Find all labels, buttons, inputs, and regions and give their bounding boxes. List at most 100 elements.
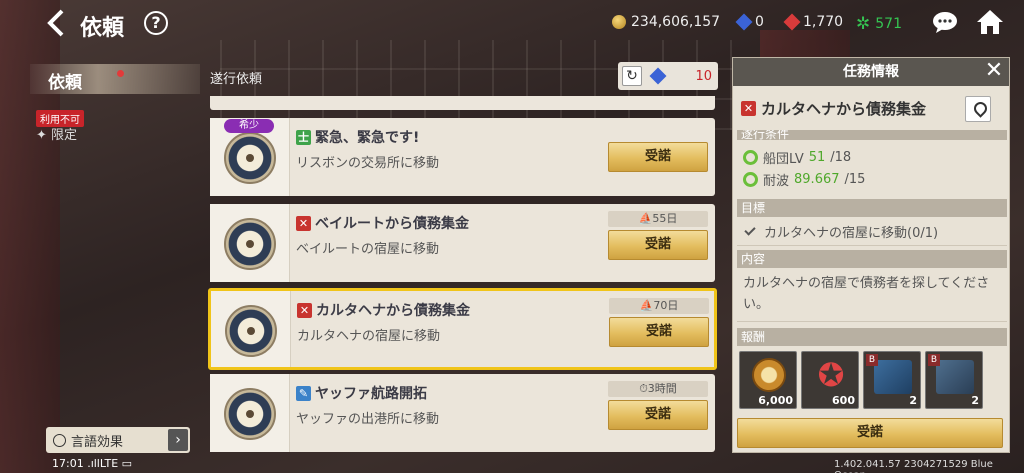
quest-title-text: ヤッファ航路開拓	[315, 386, 427, 402]
help-button[interactable]: ?	[144, 11, 168, 35]
blue-gem-icon	[735, 13, 753, 31]
notification-dot	[117, 70, 124, 77]
quest-duration: ⛵55日	[608, 211, 708, 227]
grade-tag: B	[928, 354, 940, 366]
book-sword-icon	[936, 360, 974, 394]
medal-icon	[752, 358, 786, 392]
quest-card-selected[interactable]: ✕ カルタヘナから債務集金 カルタヘナの宿屋に移動 ⛵70日 受諾	[208, 288, 717, 370]
chat-button[interactable]	[932, 11, 958, 33]
refresh-button[interactable]: ↻ 10	[618, 62, 718, 90]
currency-blue-gem: 0	[735, 13, 764, 31]
globe-icon	[53, 433, 66, 447]
panel-quest-title-text: カルタヘナから債務集金	[761, 100, 927, 118]
accept-button[interactable]: 受諾	[609, 317, 709, 347]
signal-icon: .ıll	[87, 457, 100, 470]
currency-green-wheel-value: 571	[875, 16, 902, 32]
battery-icon: ▭	[121, 457, 133, 470]
condition-label: 船団LV	[763, 152, 804, 167]
page-title: 依頼	[80, 16, 125, 41]
home-button[interactable]	[975, 8, 1005, 36]
divider	[737, 321, 1007, 322]
goal-row: カルタヘナの宿屋に移動(0/1)	[743, 222, 938, 241]
home-icon	[977, 10, 1003, 34]
list-header: 遂行依頼	[210, 72, 263, 87]
ship-wheel-icon	[225, 305, 277, 357]
quest-subtitle: カルタヘナの宿屋に移動	[297, 329, 441, 344]
sidebar-tab-label: 依頼	[48, 73, 82, 93]
currency-blue-gem-value: 0	[755, 14, 764, 30]
refresh-cost: 10	[695, 68, 712, 84]
panel-quest-title: ✕ カルタヘナから債務集金	[741, 98, 926, 119]
chat-bubble-icon	[933, 12, 957, 33]
reward-header: 報酬	[737, 328, 1007, 346]
map-pin-icon[interactable]	[965, 96, 991, 122]
chevron-right-icon: ›	[168, 429, 188, 451]
back-button[interactable]	[44, 8, 70, 38]
red-gem-icon	[783, 13, 801, 31]
quest-card[interactable]: 希少 士 緊急、緊急です! リスボンの交易所に移動 受諾	[210, 118, 715, 196]
condition-required: /18	[830, 150, 852, 165]
quest-title: ✕ カルタヘナから債務集金	[297, 300, 470, 320]
reward-item[interactable]: B 2	[863, 351, 921, 409]
quest-emblem-area	[210, 204, 290, 282]
grade-tag: B	[866, 354, 878, 366]
currency-coin: 234,606,157	[612, 14, 720, 30]
reward-item[interactable]: B 2	[925, 351, 983, 409]
condition-met-icon	[743, 150, 758, 165]
currency-red-gem-value: 1,770	[803, 14, 844, 30]
panel-title: 任務情報	[733, 58, 1009, 86]
quest-info-panel: 任務情報 ✕ ✕ カルタヘナから債務集金 遂行条件 船団LV 51/18 耐波 …	[732, 57, 1010, 453]
condition-current: 51	[808, 150, 826, 165]
star-emblem-icon: ✪	[817, 356, 845, 394]
urgent-icon: 士	[296, 129, 311, 145]
reward-list: 6,000 ✪ 600 B 2 B 2	[739, 351, 983, 409]
status-bar: 17:01 .ıllLTE ▭	[52, 457, 132, 470]
panel-accept-button[interactable]: 受諾	[737, 418, 1003, 448]
quest-title-text: 緊急、緊急です!	[315, 130, 420, 146]
ship-wheel-icon	[224, 218, 276, 270]
quest-title-text: カルタヘナから債務集金	[316, 303, 470, 319]
reward-qty: 600	[832, 394, 855, 407]
condition-row: 船団LV 51/18	[743, 148, 851, 167]
reward-qty: 6,000	[758, 394, 793, 407]
reward-item[interactable]: 6,000	[739, 351, 797, 409]
accept-button[interactable]: 受諾	[608, 142, 708, 172]
ship-wheel-icon	[224, 388, 276, 440]
currency-red-gem: 1,770	[783, 13, 844, 31]
top-bar: 依頼 ? 234,606,157 0 1,770 ✲ 571	[0, 0, 1024, 48]
debt-icon: ✕	[296, 215, 311, 231]
green-wheel-icon: ✲	[856, 14, 871, 34]
quest-title-text: ベイルートから債務集金	[315, 216, 469, 232]
goal-header: 目標	[737, 199, 1007, 217]
reward-item[interactable]: ✪ 600	[801, 351, 859, 409]
blue-gem-icon	[649, 67, 667, 85]
language-effect-button[interactable]: 言語効果 ›	[46, 427, 190, 453]
ship-wheel-icon	[224, 132, 276, 184]
sidebar-item-limited[interactable]: ✦ 限定	[36, 124, 77, 143]
divider	[737, 245, 1007, 246]
currency-coin-value: 234,606,157	[631, 14, 721, 30]
accept-button[interactable]: 受諾	[608, 400, 708, 430]
goal-text: カルタヘナの宿屋に移動(0/1)	[764, 226, 939, 241]
reward-qty: 2	[971, 394, 979, 407]
condition-required: /15	[844, 172, 866, 187]
quest-emblem-area	[211, 291, 291, 367]
quest-subtitle: ベイルートの宿屋に移動	[296, 242, 440, 257]
status-time: 17:01	[52, 457, 84, 470]
check-icon	[744, 223, 756, 236]
route-icon: ✎	[296, 385, 311, 401]
debt-icon: ✕	[741, 101, 756, 116]
condition-current: 89.667	[794, 172, 840, 187]
list-item-partial	[210, 96, 715, 110]
rare-badge: 希少	[224, 119, 274, 133]
book-icon	[874, 360, 912, 394]
quest-card[interactable]: ✎ ヤッファ航路開拓 ヤッファの出港所に移動 ⏱3時間 受諾	[210, 374, 715, 452]
debt-icon: ✕	[297, 302, 312, 318]
quest-duration: ⏱3時間	[608, 381, 708, 397]
quest-card[interactable]: ✕ ベイルートから債務集金 ベイルートの宿屋に移動 ⛵55日 受諾	[210, 204, 715, 282]
close-icon[interactable]: ✕	[981, 58, 1007, 86]
accept-button[interactable]: 受諾	[608, 230, 708, 260]
sidebar-tab-requests[interactable]: 依頼	[30, 64, 200, 94]
currency-green-wheel: ✲ 571	[856, 14, 902, 34]
conditions-header: 遂行条件	[737, 130, 1007, 140]
